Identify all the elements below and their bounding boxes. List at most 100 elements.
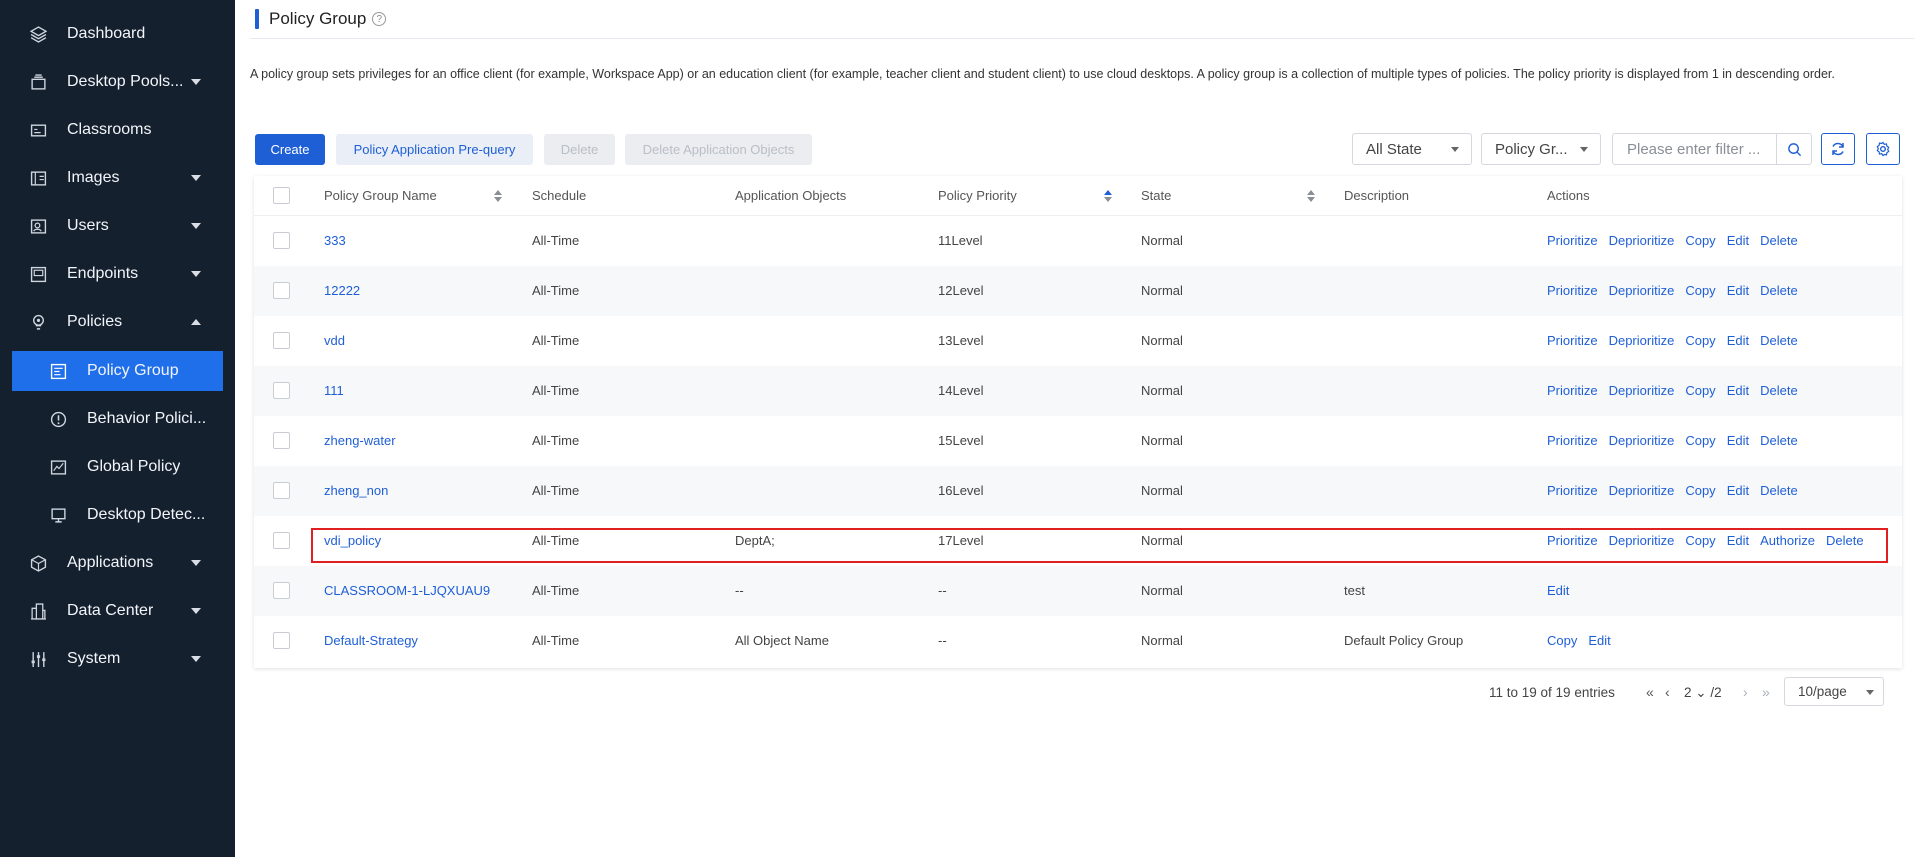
sidebar-item-desktop-pools[interactable]: Desktop Pools... — [0, 62, 235, 102]
edit-link[interactable]: Edit — [1727, 533, 1749, 548]
row-checkbox[interactable] — [273, 582, 290, 599]
edit-link[interactable]: Edit — [1727, 283, 1749, 298]
deprioritize-link[interactable]: Deprioritize — [1609, 283, 1675, 298]
description-cell: test — [1344, 583, 1365, 598]
row-checkbox[interactable] — [273, 482, 290, 499]
authorize-link[interactable]: Authorize — [1760, 533, 1815, 548]
select-all-checkbox[interactable] — [273, 187, 290, 204]
first-page-icon[interactable]: « — [1646, 684, 1654, 700]
copy-link[interactable]: Copy — [1685, 333, 1715, 348]
sidebar-item-data-center[interactable]: Data Center — [0, 591, 235, 631]
delete-link[interactable]: Delete — [1760, 283, 1798, 298]
sidebar-item-applications[interactable]: Applications — [0, 543, 235, 583]
policy-prequery-button[interactable]: Policy Application Pre-query — [336, 134, 533, 165]
copy-link[interactable]: Copy — [1685, 283, 1715, 298]
policy-group-name-link[interactable]: zheng_non — [324, 483, 388, 498]
delete-link[interactable]: Delete — [1760, 433, 1798, 448]
deprioritize-link[interactable]: Deprioritize — [1609, 533, 1675, 548]
edit-link[interactable]: Edit — [1727, 483, 1749, 498]
edit-link[interactable]: Edit — [1727, 233, 1749, 248]
column-header-priority[interactable]: Policy Priority — [938, 188, 1017, 203]
column-header-state[interactable]: State — [1141, 188, 1171, 203]
policy-group-name-link[interactable]: CLASSROOM-1-LJQXUAU9 — [324, 583, 490, 598]
last-page-icon[interactable]: » — [1762, 684, 1770, 700]
row-actions: Edit — [1547, 583, 1580, 598]
sidebar-item-users[interactable]: Users — [0, 206, 235, 246]
sidebar-item-global-policy[interactable]: Global Policy — [0, 447, 235, 487]
policy-group-name-link[interactable]: zheng-water — [324, 433, 396, 448]
row-checkbox[interactable] — [273, 282, 290, 299]
delete-button[interactable]: Delete — [544, 134, 615, 165]
deprioritize-link[interactable]: Deprioritize — [1609, 333, 1675, 348]
delete-link[interactable]: Delete — [1760, 333, 1798, 348]
page-size-select[interactable]: 10/page — [1784, 677, 1884, 706]
row-checkbox[interactable] — [273, 332, 290, 349]
prioritize-link[interactable]: Prioritize — [1547, 433, 1598, 448]
sidebar-item-desktop-detection[interactable]: Desktop Detec... — [0, 495, 235, 535]
prioritize-link[interactable]: Prioritize — [1547, 333, 1598, 348]
sidebar-item-policies[interactable]: Policies — [0, 302, 235, 342]
filter-input[interactable] — [1612, 133, 1777, 165]
refresh-button[interactable] — [1821, 133, 1855, 165]
settings-button[interactable] — [1866, 133, 1900, 165]
prioritize-link[interactable]: Prioritize — [1547, 483, 1598, 498]
deprioritize-link[interactable]: Deprioritize — [1609, 383, 1675, 398]
policy-group-name-link[interactable]: 12222 — [324, 283, 360, 298]
prev-page-icon[interactable]: ‹ — [1665, 684, 1670, 700]
edit-link[interactable]: Edit — [1727, 333, 1749, 348]
delete-link[interactable]: Delete — [1760, 233, 1798, 248]
prioritize-link[interactable]: Prioritize — [1547, 283, 1598, 298]
sidebar-item-dashboard[interactable]: Dashboard — [0, 14, 235, 54]
edit-link[interactable]: Edit — [1588, 633, 1610, 648]
sort-icon[interactable] — [494, 190, 502, 202]
sidebar-item-behavior-policies[interactable]: Behavior Polici... — [0, 399, 235, 439]
copy-link[interactable]: Copy — [1685, 433, 1715, 448]
sort-icon[interactable] — [1104, 190, 1112, 202]
delete-link[interactable]: Delete — [1760, 483, 1798, 498]
create-button[interactable]: Create — [255, 134, 325, 165]
column-header-name[interactable]: Policy Group Name — [324, 188, 437, 203]
sidebar-item-endpoints[interactable]: Endpoints — [0, 254, 235, 294]
policy-group-name-link[interactable]: vdd — [324, 333, 345, 348]
current-page[interactable]: 2 ⌄ /2 — [1684, 685, 1722, 701]
row-checkbox[interactable] — [273, 632, 290, 649]
state-filter-select[interactable]: All State — [1352, 133, 1472, 165]
policy-group-name-link[interactable]: Default-Strategy — [324, 633, 418, 648]
sidebar-item-images[interactable]: Images — [0, 158, 235, 198]
copy-link[interactable]: Copy — [1685, 483, 1715, 498]
state-cell: Normal — [1141, 433, 1183, 448]
copy-link[interactable]: Copy — [1547, 633, 1577, 648]
row-checkbox[interactable] — [273, 432, 290, 449]
copy-link[interactable]: Copy — [1685, 233, 1715, 248]
policy-group-icon — [50, 363, 67, 380]
edit-link[interactable]: Edit — [1727, 433, 1749, 448]
prioritize-link[interactable]: Prioritize — [1547, 233, 1598, 248]
search-button[interactable] — [1776, 133, 1812, 165]
sidebar-item-policy-group[interactable]: Policy Group — [12, 351, 223, 391]
delete-application-objects-button[interactable]: Delete Application Objects — [625, 134, 812, 165]
copy-link[interactable]: Copy — [1685, 533, 1715, 548]
prioritize-link[interactable]: Prioritize — [1547, 383, 1598, 398]
sort-icon[interactable] — [1307, 190, 1315, 202]
prioritize-link[interactable]: Prioritize — [1547, 533, 1598, 548]
table-row: CLASSROOM-1-LJQXUAU9 All-Time -- -- Norm… — [254, 566, 1902, 616]
row-checkbox[interactable] — [273, 532, 290, 549]
deprioritize-link[interactable]: Deprioritize — [1609, 233, 1675, 248]
row-checkbox[interactable] — [273, 382, 290, 399]
policy-group-filter-select[interactable]: Policy Gr... — [1481, 133, 1601, 165]
sidebar-item-classrooms[interactable]: Classrooms — [0, 110, 235, 150]
edit-link[interactable]: Edit — [1547, 583, 1569, 598]
row-checkbox[interactable] — [273, 232, 290, 249]
copy-link[interactable]: Copy — [1685, 383, 1715, 398]
edit-link[interactable]: Edit — [1727, 383, 1749, 398]
deprioritize-link[interactable]: Deprioritize — [1609, 433, 1675, 448]
delete-link[interactable]: Delete — [1760, 383, 1798, 398]
delete-link[interactable]: Delete — [1826, 533, 1864, 548]
next-page-icon[interactable]: › — [1743, 684, 1748, 700]
help-icon[interactable]: ? — [372, 12, 387, 26]
policy-group-name-link[interactable]: 111 — [324, 383, 344, 398]
sidebar-item-system[interactable]: System — [0, 639, 235, 679]
deprioritize-link[interactable]: Deprioritize — [1609, 483, 1675, 498]
policy-group-name-link[interactable]: vdi_policy — [324, 533, 381, 548]
policy-group-name-link[interactable]: 333 — [324, 233, 346, 248]
